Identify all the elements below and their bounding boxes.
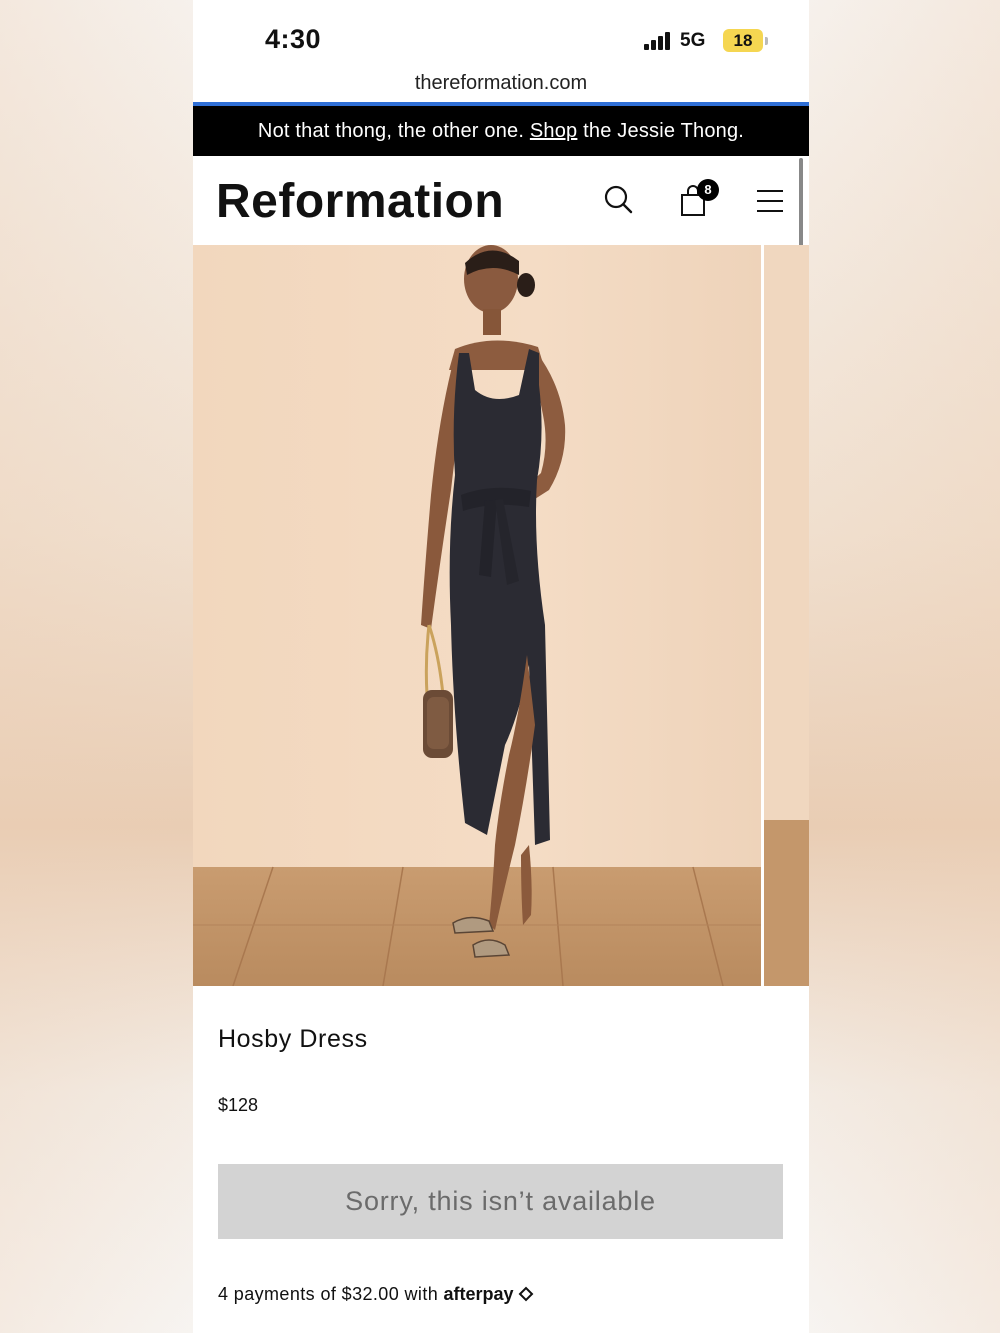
backdrop-left (0, 0, 193, 1333)
product-image-gallery[interactable] (193, 245, 809, 986)
unavailable-button[interactable]: Sorry, this isn’t available (218, 1164, 783, 1239)
product-image (193, 245, 809, 986)
afterpay-text: 4 payments of $32.00 with (218, 1284, 444, 1304)
network-label: 5G (680, 30, 706, 51)
afterpay-arrows-icon (518, 1286, 533, 1302)
bag-count-badge: 8 (697, 179, 719, 201)
product-name: Hosby Dress (218, 1025, 368, 1053)
promo-banner: Not that thong, the other one. Shop the … (193, 106, 809, 156)
menu-button[interactable] (753, 182, 789, 218)
battery-icon: 18 (723, 29, 763, 52)
product-info: Hosby Dress $128 (218, 1025, 784, 1115)
signal-icon (644, 32, 674, 50)
url-bar[interactable]: thereformation.com (193, 72, 809, 100)
status-time: 4:30 (265, 24, 322, 54)
search-icon (604, 185, 633, 214)
promo-text-end: the Jessie Thong. (577, 120, 745, 142)
menu-icon (757, 190, 783, 212)
bag-button[interactable]: 8 (677, 179, 719, 218)
phone-screen: 4:30 5G 18 thereformation.com Not that t… (193, 0, 809, 1333)
afterpay-logo: afterpay (443, 1284, 514, 1304)
status-bar: 4:30 5G 18 (193, 0, 809, 72)
battery-tip (765, 37, 768, 45)
site-header: Reformation 8 (193, 156, 809, 245)
afterpay-info[interactable]: 4 payments of $32.00 with afterpay (218, 1284, 536, 1305)
logo[interactable]: Reformation (216, 174, 504, 229)
promo-shop-link[interactable]: Shop (530, 120, 578, 142)
product-price: $128 (218, 1095, 259, 1115)
backdrop-right (808, 0, 1000, 1333)
search-button[interactable] (601, 182, 637, 218)
promo-text: Not that thong, the other one. (257, 120, 530, 142)
